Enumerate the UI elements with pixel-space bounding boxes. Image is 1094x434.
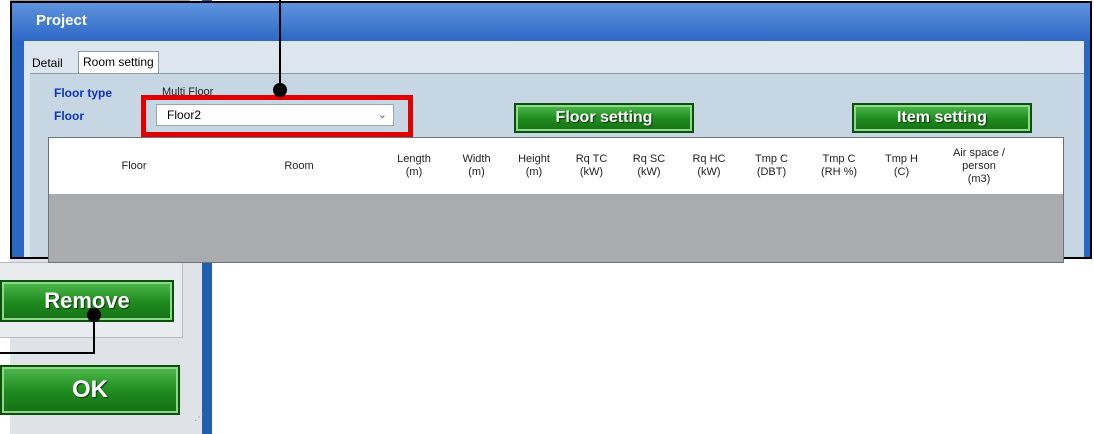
callout-dot-bottom: [87, 308, 101, 322]
grid-column-header-line: Floor: [121, 159, 147, 172]
grid-column-header[interactable]: Height (m): [504, 138, 564, 194]
dialog-title: Project: [36, 12, 87, 29]
callout-line-bottom-horizontal: [0, 352, 95, 354]
grid-column-header-line: Rq HC: [692, 153, 726, 165]
grid-column-header-line: Tmp H: [885, 153, 918, 165]
floor-setting-button[interactable]: Floor setting: [514, 103, 694, 133]
tab-detail[interactable]: Detail: [28, 53, 67, 73]
grid-column-header[interactable]: Rq TC (kW): [564, 138, 619, 194]
grid-column-header[interactable]: Room: [219, 138, 379, 194]
callout-highlight-box: [141, 95, 413, 137]
grid-column-header-line: Width: [462, 153, 491, 165]
project-dialog: Project Detail Room setting Floor type M…: [10, 1, 1092, 263]
grid-column-header-line: (DBT): [756, 166, 787, 178]
grid-column-header[interactable]: Tmp H (C): [874, 138, 929, 194]
grid-column-header-line: (kW): [697, 166, 721, 178]
callout-line-top: [279, 0, 281, 90]
grid-column-header[interactable]: Tmp C (RH %): [804, 138, 874, 194]
ok-button[interactable]: OK: [0, 365, 180, 415]
floor-type-label: Floor type: [54, 86, 113, 100]
grid-column-header-line: (m): [405, 166, 423, 178]
grid-column-header-line: (RH %): [820, 166, 858, 178]
grid-column-header[interactable]: Floor: [49, 138, 219, 194]
grid-column-header-line: (m): [525, 166, 543, 178]
grid-column-header-line: (kW): [579, 166, 604, 178]
grid-column-header[interactable]: Rq SC (kW): [619, 138, 679, 194]
grid-column-header-line: Room: [284, 159, 314, 172]
grid-column-header-line: Rq SC: [632, 153, 666, 165]
grid-column-header-line: Air space /: [953, 146, 1005, 159]
grid-column-header[interactable]: Rq HC (kW): [679, 138, 739, 194]
grid-column-header-line: (C): [893, 166, 910, 178]
grid-column-header-line: (kW): [637, 166, 661, 178]
resize-grip-icon[interactable]: ⋰: [194, 412, 204, 423]
callout-dot-top: [273, 83, 287, 97]
grid-column-header[interactable]: Width (m): [449, 138, 504, 194]
grid-header: Floor Room Length (m) Width (m) Height (m) Rq TC…: [49, 138, 1063, 194]
grid-column-header-line: person: [962, 159, 996, 172]
grid-column-header-line: (m3): [967, 172, 991, 185]
grid-column-header-line: Tmp C: [822, 153, 856, 165]
item-setting-button[interactable]: Item setting: [852, 103, 1032, 133]
tab-room-setting[interactable]: Room setting: [78, 51, 159, 74]
floor-label: Floor: [54, 109, 84, 123]
grid-column-header[interactable]: Tmp C (DBT): [739, 138, 804, 194]
title-bar[interactable]: Project: [12, 3, 1090, 41]
grid-column-header-line: Height: [518, 153, 550, 165]
grid-column-header-line: (m): [468, 166, 485, 178]
grid-column-header-line: Tmp C: [755, 153, 788, 165]
grid-column-header[interactable]: Air space / person (m3): [929, 138, 1029, 194]
dialog-client: Detail Room setting Floor type Multi Flo…: [24, 41, 1084, 263]
grid-column-header[interactable]: Length (m): [379, 138, 449, 194]
grid-column-header-line: Rq TC: [575, 153, 608, 165]
room-grid[interactable]: Floor Room Length (m) Width (m) Height (m) Rq TC…: [48, 137, 1064, 263]
grid-column-header-line: Length: [397, 153, 431, 165]
